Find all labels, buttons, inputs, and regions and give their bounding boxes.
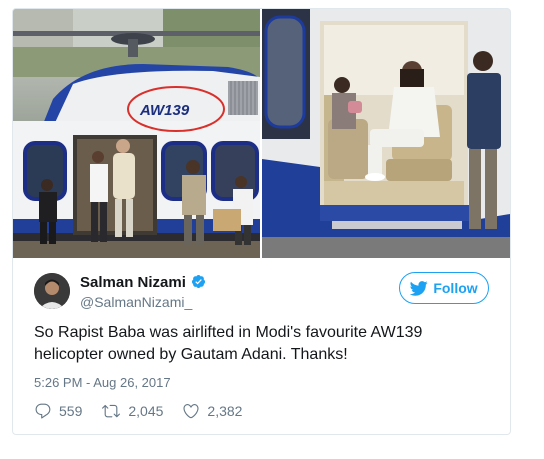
retweet-count: 2,045 [128, 403, 164, 419]
tweet-media[interactable]: AW139 [13, 9, 510, 258]
like-count: 2,382 [207, 403, 243, 419]
twitter-bird-icon [410, 280, 429, 296]
avatar[interactable] [34, 273, 70, 309]
retweet-icon [102, 404, 121, 418]
follow-button[interactable]: Follow [399, 272, 489, 304]
helicopter-cabin-photo[interactable] [262, 9, 510, 258]
heart-icon [183, 404, 199, 419]
helicopter-cabin-illustration [262, 9, 510, 258]
verified-badge-icon [191, 274, 205, 289]
reply-count: 559 [59, 403, 83, 419]
tweet-text: So Rapist Baba was airlifted in Modi's f… [34, 324, 423, 363]
retweet-button[interactable]: 2,045 [101, 402, 163, 420]
tweet-embed-card: AW139 Salman Nizami @SalmanNizami_ Follo… [12, 8, 511, 435]
follow-label: Follow [433, 280, 478, 296]
tweet-timestamp[interactable]: 5:26 PM - Aug 26, 2017 [34, 375, 171, 390]
like-button[interactable]: 2,382 [182, 402, 242, 420]
tail-marking: AW139 [139, 102, 190, 119]
tweet-actions: 559 2,045 2,382 [34, 401, 261, 421]
reply-button[interactable]: 559 [34, 402, 82, 420]
author-handle[interactable]: @SalmanNizami_ [80, 294, 192, 310]
helicopter-exterior-photo[interactable]: AW139 [13, 9, 260, 258]
reply-icon [35, 403, 51, 419]
author-name-label: Salman Nizami [80, 274, 186, 291]
helicopter-exterior-illustration: AW139 [13, 9, 260, 258]
author-name[interactable]: Salman Nizami [80, 274, 206, 291]
